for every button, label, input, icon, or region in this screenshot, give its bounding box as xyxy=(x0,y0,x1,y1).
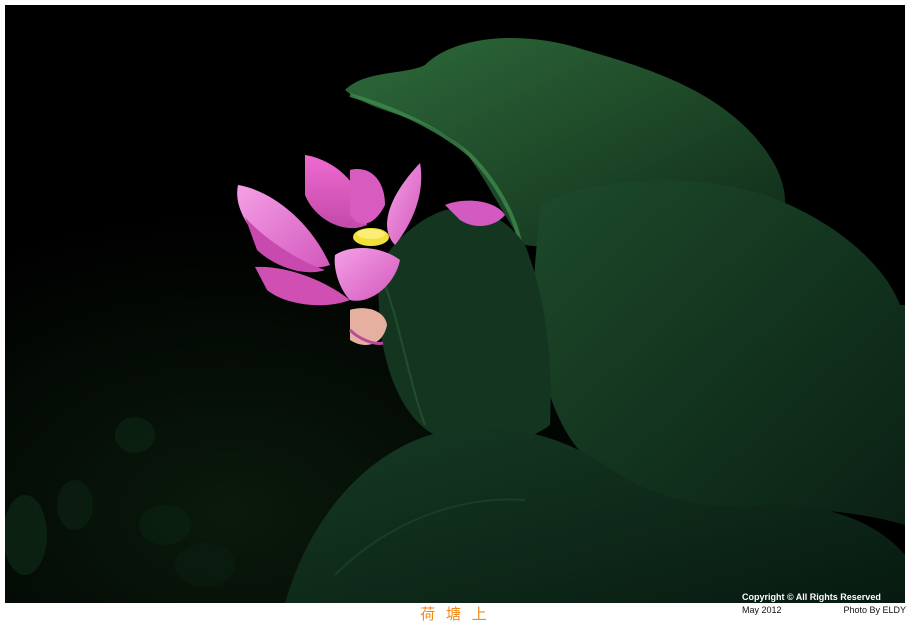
copyright-watermark: Copyright © All Rights Reserved xyxy=(742,592,881,602)
photo-credit: Photo By ELDY xyxy=(843,605,906,615)
photo-meta: May 2012 Photo By ELDY xyxy=(742,604,906,616)
lotus-photo xyxy=(5,5,905,603)
photo-date: May 2012 xyxy=(742,605,782,615)
image-page: Copyright © All Rights Reserved 荷 塘 上 Ma… xyxy=(0,0,910,625)
photo-caption: 荷 塘 上 xyxy=(420,605,490,623)
